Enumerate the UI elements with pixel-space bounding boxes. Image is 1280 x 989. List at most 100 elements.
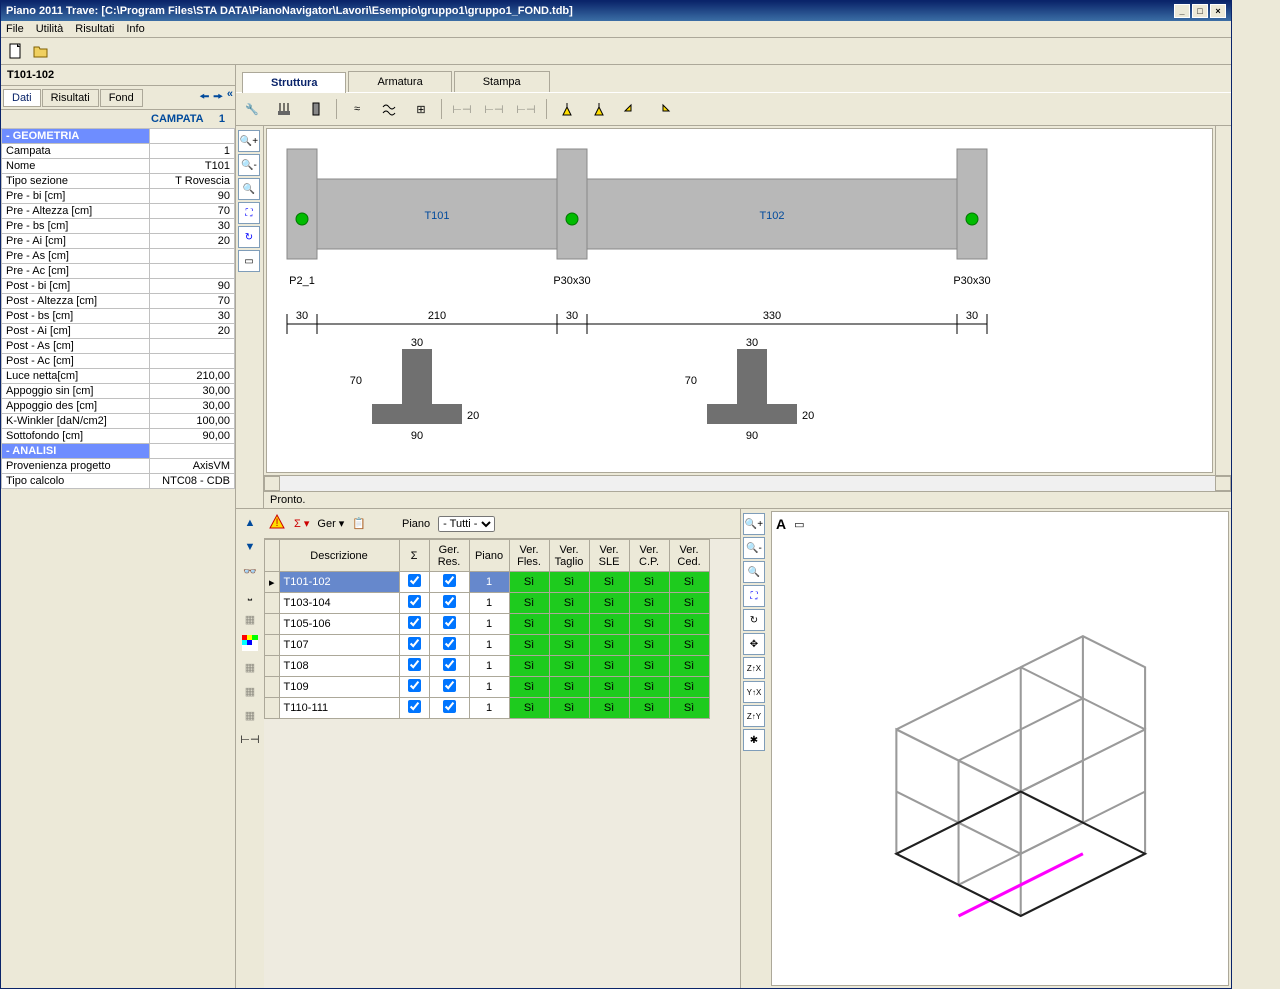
row-selector[interactable] bbox=[265, 593, 280, 614]
br-axis-3d-icon[interactable]: ✱ bbox=[743, 729, 765, 751]
prop-value[interactable]: 20 bbox=[150, 234, 235, 249]
pin-icon-2[interactable] bbox=[587, 97, 611, 121]
dim-icon-3[interactable]: ⊢⊣ bbox=[514, 97, 538, 121]
br-rotate-icon[interactable]: ↻ bbox=[743, 609, 765, 631]
tab-risultati[interactable]: Risultati bbox=[42, 89, 99, 107]
prop-value[interactable] bbox=[150, 354, 235, 369]
prop-value[interactable]: 30 bbox=[150, 219, 235, 234]
grid-color-icon[interactable] bbox=[240, 633, 260, 653]
zoom-window-icon[interactable]: 🔍 bbox=[238, 178, 260, 200]
prop-value[interactable]: 210,00 bbox=[150, 369, 235, 384]
br-zoom-window-icon[interactable]: 🔍 bbox=[743, 561, 765, 583]
prop-value[interactable]: 90 bbox=[150, 189, 235, 204]
prop-value[interactable]: 20 bbox=[150, 324, 235, 339]
building-icon-1[interactable]: ▦ bbox=[240, 609, 260, 629]
br-axis-yx-icon[interactable]: Y↑X bbox=[743, 681, 765, 703]
tab-struttura[interactable]: Struttura bbox=[242, 72, 346, 93]
cell-desc[interactable]: T110-111 bbox=[279, 698, 399, 719]
prop-value[interactable]: 30,00 bbox=[150, 399, 235, 414]
br-axis-zx-icon[interactable]: Z↑X bbox=[743, 657, 765, 679]
row-selector[interactable] bbox=[265, 614, 280, 635]
prop-value[interactable] bbox=[150, 339, 235, 354]
refresh-icon[interactable]: ↻ bbox=[238, 226, 260, 248]
cell-ger[interactable] bbox=[429, 656, 469, 677]
building-icon-3[interactable]: ▦ bbox=[240, 681, 260, 701]
cell-piano[interactable]: 1 bbox=[469, 635, 509, 656]
blank-icon[interactable]: ▭ bbox=[238, 250, 260, 272]
cell-piano[interactable]: 1 bbox=[469, 572, 509, 593]
prop-value[interactable] bbox=[150, 249, 235, 264]
warning-icon[interactable]: ! bbox=[268, 513, 286, 534]
cell-sum[interactable] bbox=[399, 593, 429, 614]
row-selector[interactable] bbox=[265, 656, 280, 677]
prop-value[interactable]: 70 bbox=[150, 294, 235, 309]
cell-desc[interactable]: T107 bbox=[279, 635, 399, 656]
prop-value[interactable]: T Rovescia bbox=[150, 174, 235, 189]
cell-sum[interactable] bbox=[399, 677, 429, 698]
building-icon-2[interactable]: ▦ bbox=[240, 657, 260, 677]
row-selector[interactable] bbox=[265, 677, 280, 698]
dim-icon-1[interactable]: ⊢⊣ bbox=[450, 97, 474, 121]
span-icon[interactable]: ⊢⊣ bbox=[240, 729, 260, 749]
sigma-filter-icon[interactable]: Σ ▾ bbox=[294, 517, 309, 530]
fit-icon[interactable]: ⛶ bbox=[238, 202, 260, 224]
cell-ger[interactable] bbox=[429, 572, 469, 593]
cell-piano[interactable]: 1 bbox=[469, 614, 509, 635]
prop-value[interactable]: T101 bbox=[150, 159, 235, 174]
row-selector[interactable]: ▸ bbox=[265, 572, 280, 593]
beams-table[interactable]: Descrizione Σ Ger. Res. Piano Ver. Fles.… bbox=[264, 539, 710, 719]
cell-ger[interactable] bbox=[429, 635, 469, 656]
menu-file[interactable]: File bbox=[6, 23, 24, 35]
cell-ger[interactable] bbox=[429, 698, 469, 719]
prop-value[interactable] bbox=[150, 264, 235, 279]
prop-value[interactable]: 30,00 bbox=[150, 384, 235, 399]
cell-desc[interactable]: T105-106 bbox=[279, 614, 399, 635]
prop-value[interactable]: 100,00 bbox=[150, 414, 235, 429]
prop-value[interactable]: AxisVM bbox=[150, 459, 235, 474]
cell-piano[interactable]: 1 bbox=[469, 698, 509, 719]
pin-icon-4[interactable] bbox=[651, 97, 675, 121]
tab-stampa[interactable]: Stampa bbox=[454, 71, 550, 92]
hscroll[interactable] bbox=[264, 475, 1231, 491]
cell-sum[interactable] bbox=[399, 614, 429, 635]
row-selector[interactable] bbox=[265, 698, 280, 719]
br-pan-icon[interactable]: ✥ bbox=[743, 633, 765, 655]
cell-ger[interactable] bbox=[429, 593, 469, 614]
cell-desc[interactable]: T109 bbox=[279, 677, 399, 698]
br-square-icon[interactable]: ▭ bbox=[794, 518, 804, 531]
br-canvas[interactable] bbox=[772, 536, 1228, 985]
cell-piano[interactable]: 1 bbox=[469, 677, 509, 698]
cell-sum[interactable] bbox=[399, 572, 429, 593]
br-axis-zy-icon[interactable]: Z↑Y bbox=[743, 705, 765, 727]
row-selector[interactable] bbox=[265, 635, 280, 656]
cell-ger[interactable] bbox=[429, 677, 469, 698]
collapse-icon[interactable]: « bbox=[227, 88, 233, 107]
prop-value[interactable]: 90 bbox=[150, 279, 235, 294]
prop-value[interactable]: 70 bbox=[150, 204, 235, 219]
br-fit-icon[interactable]: ⛶ bbox=[743, 585, 765, 607]
cell-desc[interactable]: T103-104 bbox=[279, 593, 399, 614]
cell-sum[interactable] bbox=[399, 698, 429, 719]
open-file-icon[interactable] bbox=[31, 41, 51, 61]
up-arrow-icon[interactable]: ▲ bbox=[240, 513, 260, 533]
vscroll[interactable] bbox=[1215, 126, 1231, 475]
tab-armatura[interactable]: Armatura bbox=[348, 71, 451, 92]
dim-icon-2[interactable]: ⊢⊣ bbox=[482, 97, 506, 121]
br-zoom-out-icon[interactable]: 🔍- bbox=[743, 537, 765, 559]
cell-piano[interactable]: 1 bbox=[469, 656, 509, 677]
drawing-area[interactable]: T101 T102 P2_1 P30x30 P30x30 bbox=[266, 128, 1213, 473]
maximize-button[interactable]: □ bbox=[1192, 4, 1208, 18]
cell-desc[interactable]: T108 bbox=[279, 656, 399, 677]
down-arrow-icon[interactable]: ▼ bbox=[240, 537, 260, 557]
cell-sum[interactable] bbox=[399, 656, 429, 677]
minimize-button[interactable]: _ bbox=[1174, 4, 1190, 18]
cell-ger[interactable] bbox=[429, 614, 469, 635]
next-arrow-icon[interactable]: 🠚 bbox=[213, 88, 223, 107]
tab-fond[interactable]: Fond bbox=[100, 89, 143, 107]
tab-dati[interactable]: Dati bbox=[3, 89, 41, 107]
tool-a-icon[interactable]: ⎵ bbox=[240, 585, 260, 605]
tool-icon-2[interactable] bbox=[272, 97, 296, 121]
cell-piano[interactable]: 1 bbox=[469, 593, 509, 614]
wave-icon-1[interactable]: ≈ bbox=[345, 97, 369, 121]
zoom-in-icon[interactable]: 🔍+ bbox=[238, 130, 260, 152]
